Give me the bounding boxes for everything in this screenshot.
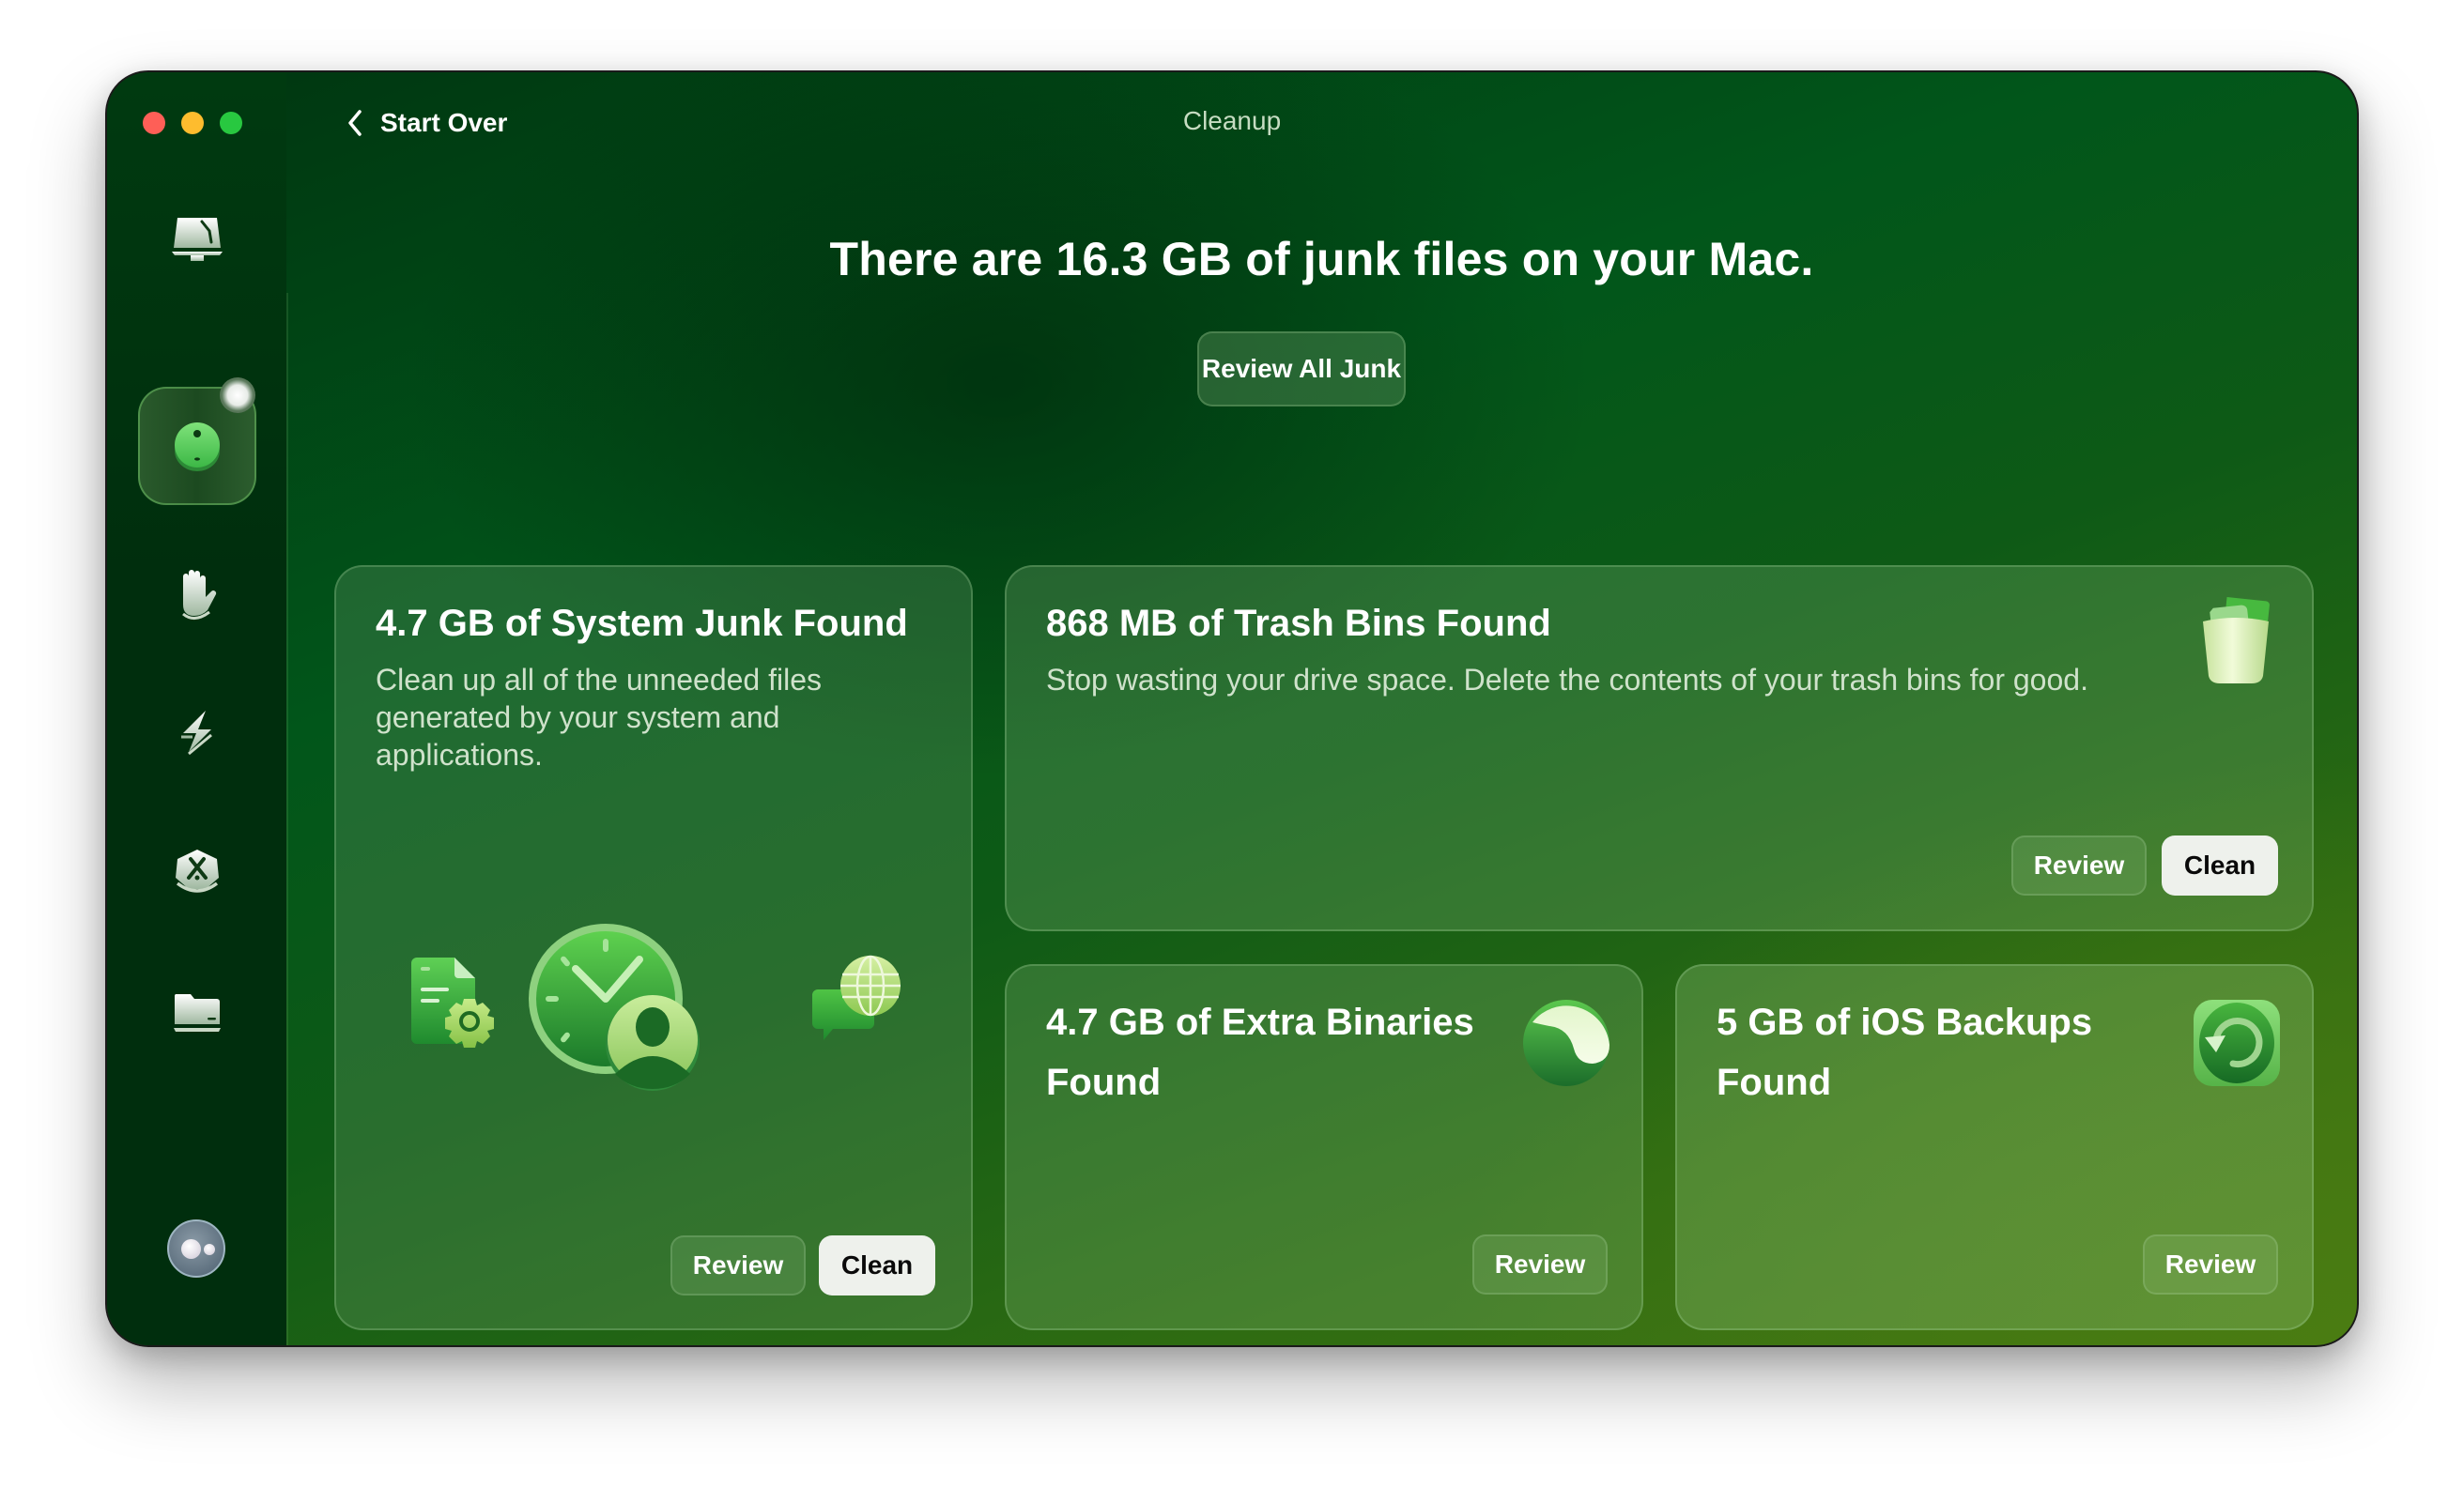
sidebar-divider <box>286 293 288 1345</box>
system-junk-review-button[interactable]: Review <box>670 1235 806 1295</box>
system-junk-clean-button[interactable]: Clean <box>819 1235 935 1295</box>
lightning-icon <box>181 711 212 756</box>
card-title: 868 MB of Trash Bins Found <box>1046 603 1551 644</box>
trash-bins-card: 868 MB of Trash Bins Found Stop wasting … <box>1005 565 2314 931</box>
document-gear-icon <box>411 958 494 1048</box>
yin-yang-icon <box>1523 1000 1609 1086</box>
sidebar-item-my-clutter[interactable] <box>152 967 242 1057</box>
app-window: Start Over Cleanup There are 16.3 GB of … <box>105 70 2359 1347</box>
hand-icon <box>182 570 217 620</box>
card-description: Stop wasting your drive space. Delete th… <box>1046 663 2088 697</box>
sidebar-item-protection[interactable] <box>152 549 242 639</box>
ios-backups-card: 5 GB of iOS Backups Found Review <box>1675 964 2314 1330</box>
extra-binaries-card: 4.7 GB of Extra Binaries Found Review <box>1005 964 1643 1330</box>
sidebar-item-applications[interactable] <box>152 828 242 918</box>
window-title: Cleanup <box>1182 106 1282 135</box>
trash-bin-icon <box>2203 596 2270 683</box>
sidebar-item-performance[interactable] <box>152 689 242 779</box>
folder-icon <box>174 994 221 1032</box>
trash-bins-clean-button[interactable]: Clean <box>2162 835 2278 896</box>
assistant-button[interactable] <box>167 1219 225 1278</box>
sidebar-item-badge <box>220 377 255 413</box>
review-all-junk-button[interactable]: Review All Junk <box>1197 331 1406 406</box>
clock-user-icon <box>529 924 700 1091</box>
trash-bins-review-button[interactable]: Review <box>2011 835 2147 896</box>
card-title: 4.7 GB of System Junk Found <box>376 603 908 644</box>
page-headline: There are 16.3 GB of junk files on your … <box>829 233 1814 285</box>
sidebar-item-smart-care[interactable] <box>152 194 242 284</box>
card-title: 4.7 GB of Extra Binaries Found <box>1046 1002 1474 1103</box>
monitor-broom-icon <box>172 218 223 261</box>
card-description: Clean up all of the unneeded files gener… <box>376 663 823 772</box>
system-junk-card: 4.7 GB of System Junk Found Clean up all… <box>334 565 973 1330</box>
cleanup-disc-icon <box>175 422 220 471</box>
backup-restore-icon <box>2194 1000 2280 1086</box>
card-title: 5 GB of iOS Backups Found <box>1717 1002 2093 1103</box>
extra-binaries-review-button[interactable]: Review <box>1472 1234 1608 1295</box>
ios-backups-review-button[interactable]: Review <box>2143 1234 2278 1295</box>
apps-icon <box>176 850 219 893</box>
chat-globe-icon <box>812 955 901 1040</box>
